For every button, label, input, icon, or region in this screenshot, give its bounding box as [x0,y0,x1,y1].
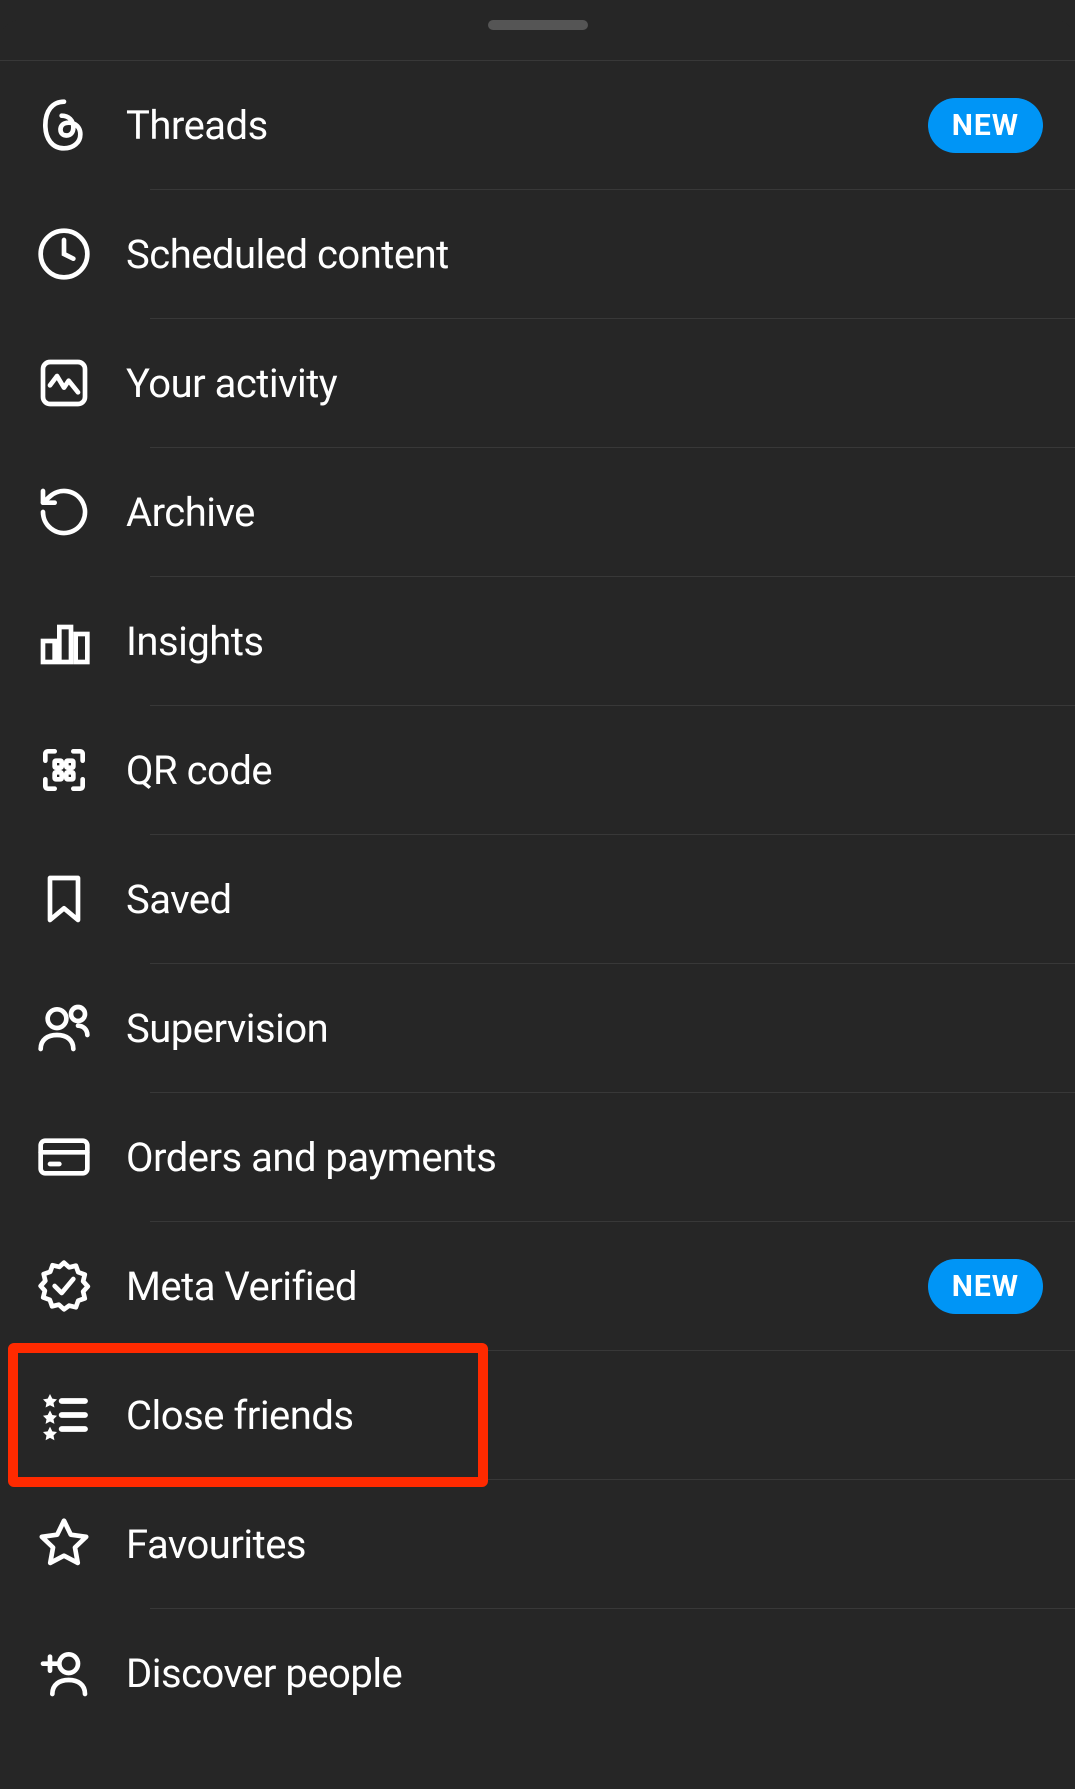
clock-icon [32,222,96,286]
verified-icon [32,1254,96,1318]
menu-item-orders[interactable]: Orders and payments [0,1093,1075,1221]
menu-label: Insights [126,618,1043,665]
drag-handle[interactable] [488,20,588,30]
menu-item-scheduled[interactable]: Scheduled content [0,190,1075,318]
supervision-icon [32,996,96,1060]
menu-item-supervision[interactable]: Supervision [0,964,1075,1092]
activity-icon [32,351,96,415]
menu-item-activity[interactable]: Your activity [0,319,1075,447]
menu-label: Archive [126,489,1043,536]
menu-label: Favourites [126,1521,1043,1568]
qr-icon [32,738,96,802]
menu-label: Threads [126,102,928,149]
menu-item-favourites[interactable]: Favourites [0,1480,1075,1608]
menu-item-closefriends[interactable]: Close friends [0,1351,1075,1479]
menu-label: Scheduled content [126,231,1043,278]
menu-label: QR code [126,747,1043,794]
menu-item-saved[interactable]: Saved [0,835,1075,963]
menu-label: Saved [126,876,1043,923]
menu-label: Discover people [126,1650,1043,1697]
menu-item-qrcode[interactable]: QR code [0,706,1075,834]
menu-label: Meta Verified [126,1263,928,1310]
menu-item-archive[interactable]: Archive [0,448,1075,576]
closefriends-icon [32,1383,96,1447]
menu-item-discover[interactable]: Discover people [0,1609,1075,1737]
threads-icon [32,93,96,157]
menu-item-insights[interactable]: Insights [0,577,1075,705]
star-icon [32,1512,96,1576]
menu-label: Orders and payments [126,1134,1043,1181]
menu-label: Close friends [126,1392,1043,1439]
new-badge: NEW [928,1259,1043,1314]
menu-item-verified[interactable]: Meta Verified NEW [0,1222,1075,1350]
card-icon [32,1125,96,1189]
menu-item-threads[interactable]: Threads NEW [0,61,1075,189]
adduser-icon [32,1641,96,1705]
menu-label: Supervision [126,1005,1043,1052]
archive-icon [32,480,96,544]
new-badge: NEW [928,98,1043,153]
settings-sheet: Threads NEW Scheduled content Your activ… [0,20,1075,1789]
bookmark-icon [32,867,96,931]
menu-label: Your activity [126,360,1043,407]
insights-icon [32,609,96,673]
